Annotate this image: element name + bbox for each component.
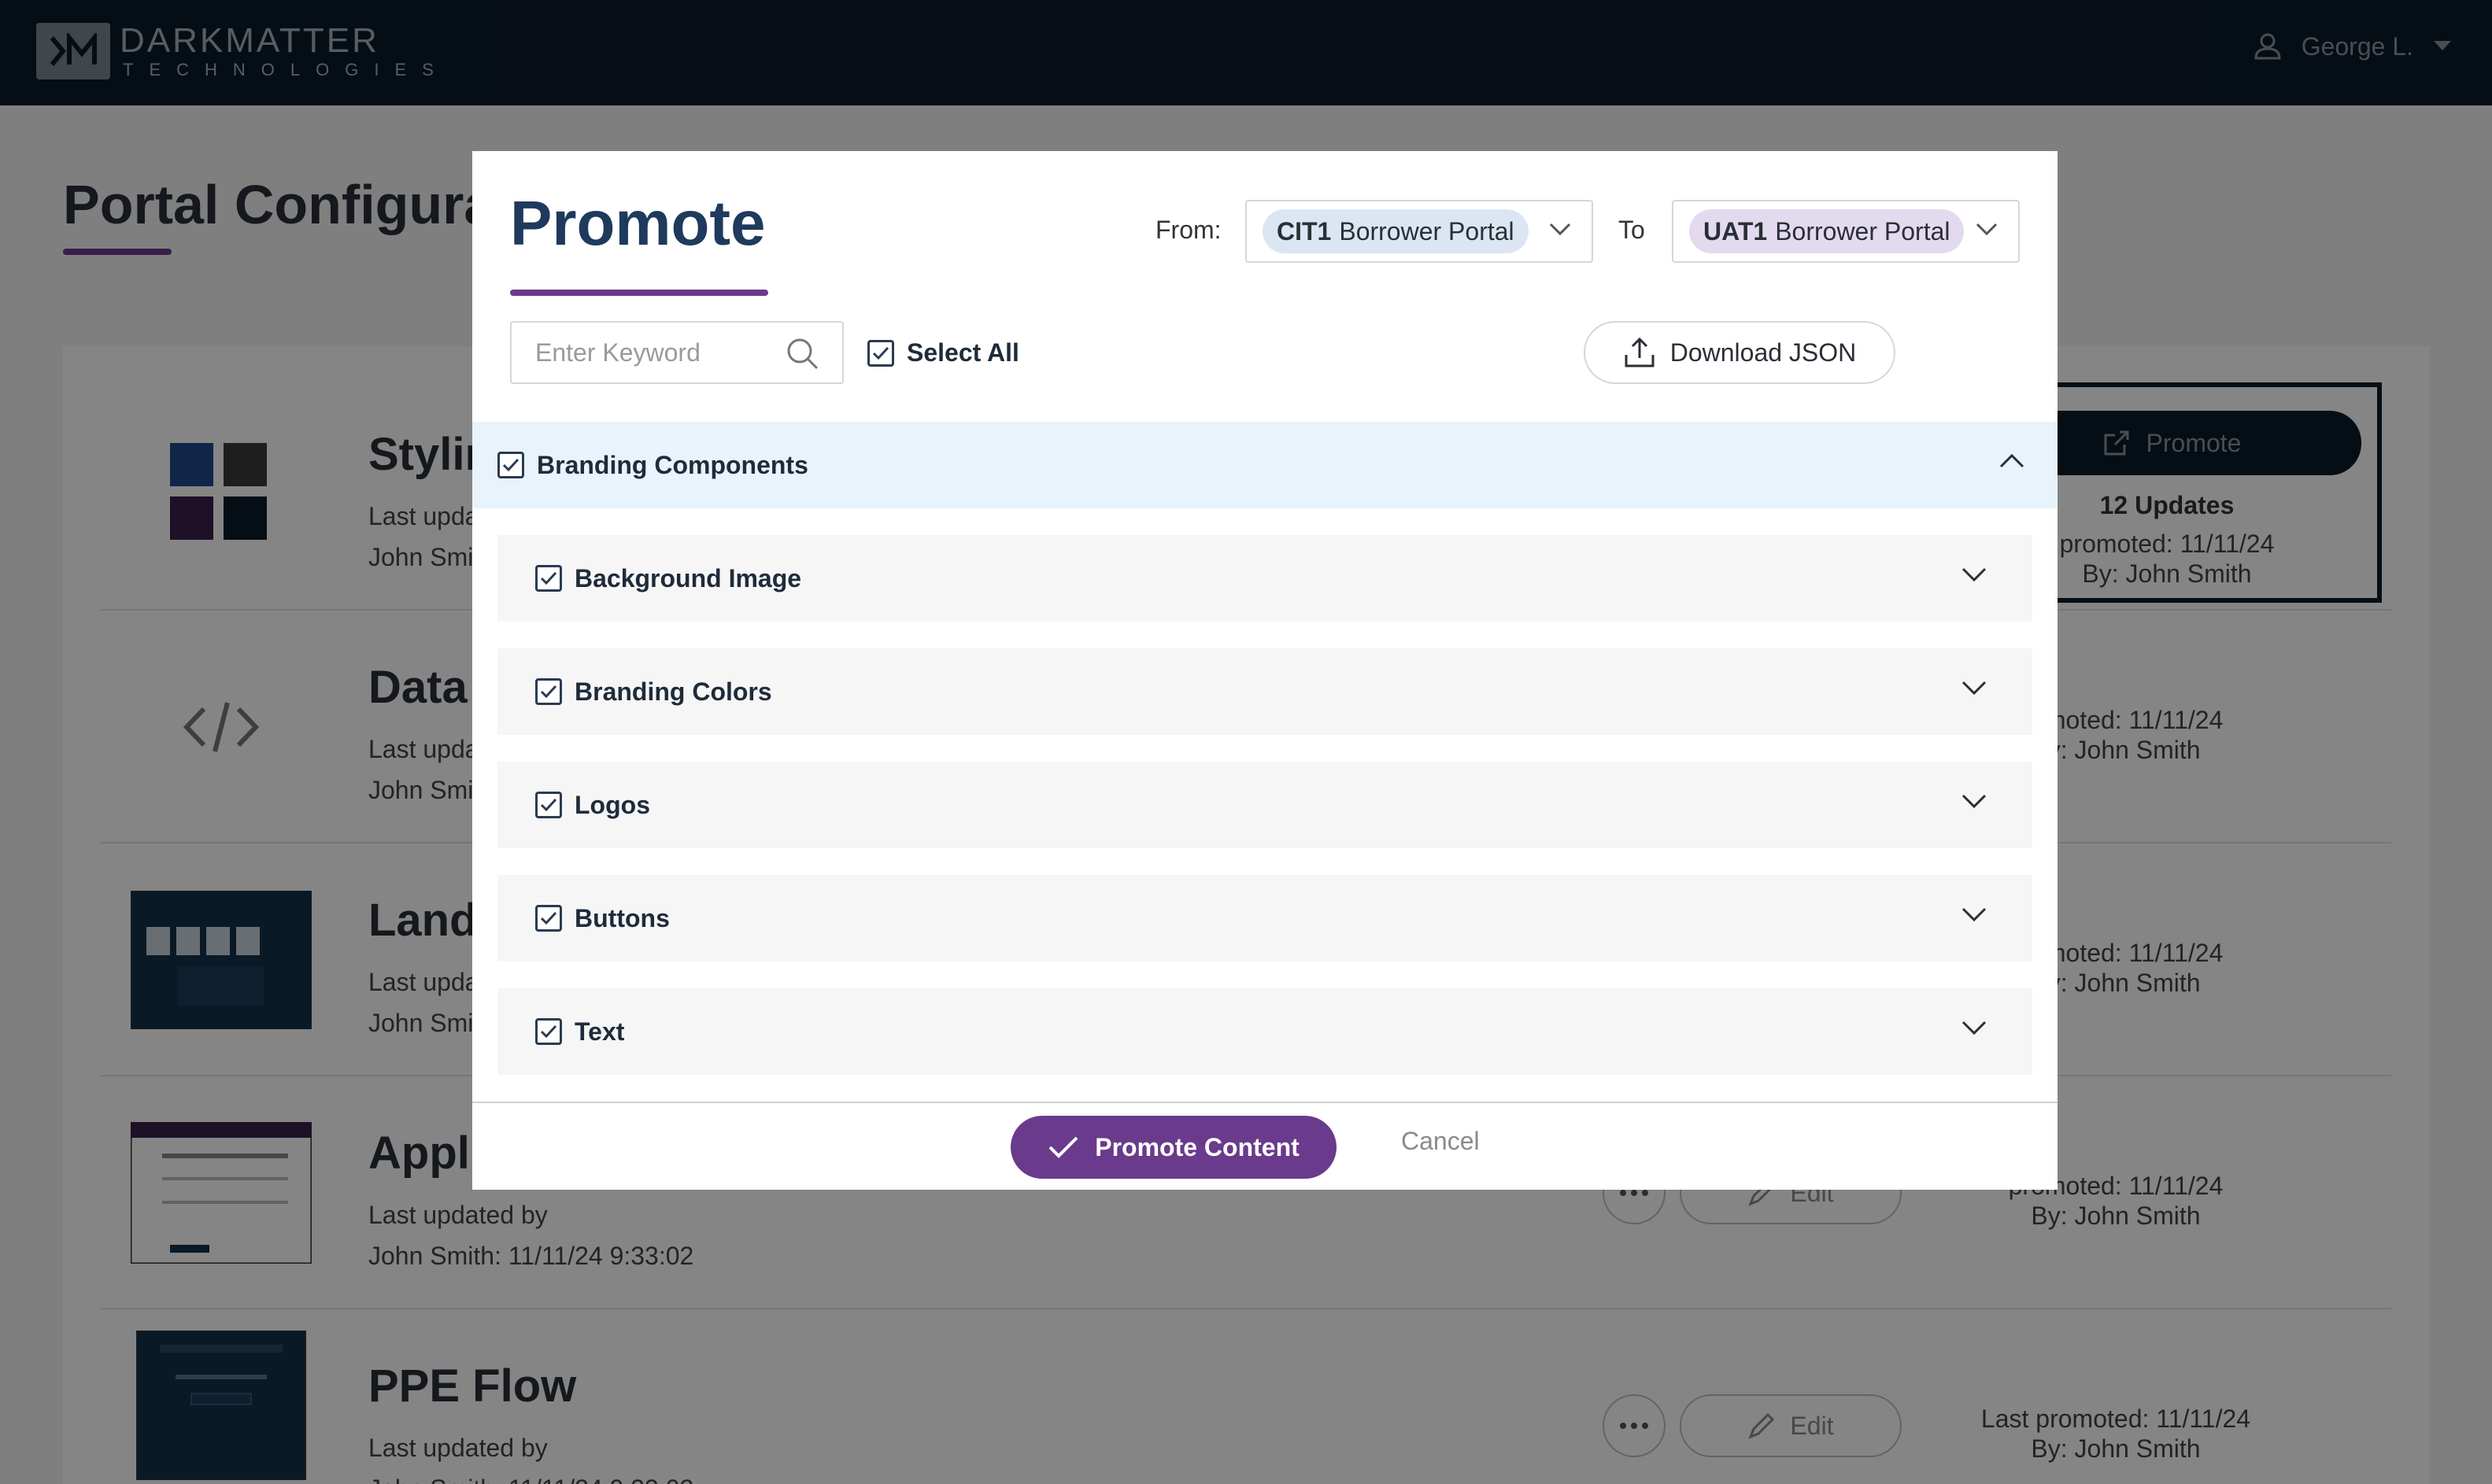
to-env-chip: UAT1 Borrower Portal	[1689, 209, 1965, 253]
from-label: From:	[1155, 216, 1222, 244]
checkbox-checked-icon[interactable]	[535, 1018, 562, 1045]
keyword-search	[510, 321, 844, 384]
from-env-select[interactable]: CIT1 Borrower Portal	[1245, 200, 1593, 263]
chevron-down-icon[interactable]	[1961, 1020, 1987, 1035]
modal-title-underline	[510, 290, 768, 296]
chevron-down-icon	[1976, 223, 1998, 236]
chevron-up-icon[interactable]	[1999, 453, 2024, 469]
checkbox-checked-icon[interactable]	[535, 565, 562, 592]
chevron-down-icon[interactable]	[1961, 680, 1987, 696]
accordion-item-branding-colors[interactable]: Branding Colors	[497, 648, 2032, 735]
to-label: To	[1618, 216, 1645, 244]
accordion-item-logos[interactable]: Logos	[497, 762, 2032, 848]
checkmark-icon	[1048, 1136, 1078, 1158]
chevron-down-icon	[1549, 223, 1571, 236]
modal-title: Promote	[510, 188, 766, 258]
checkbox-checked-icon[interactable]	[535, 678, 562, 705]
accordion-item-background-image[interactable]: Background Image	[497, 535, 2032, 622]
promote-modal: Promote From: CIT1 Borrower Portal To UAT…	[472, 151, 2058, 1190]
chevron-down-icon[interactable]	[1961, 906, 1987, 922]
checkbox-checked-icon[interactable]	[497, 452, 524, 478]
accordion-item-buttons[interactable]: Buttons	[497, 875, 2032, 962]
cancel-button[interactable]: Cancel	[1401, 1127, 1480, 1156]
upload-icon	[1625, 337, 1655, 367]
download-json-button[interactable]: Download JSON	[1584, 321, 1895, 384]
modal-footer-divider	[472, 1102, 2058, 1103]
search-icon[interactable]	[786, 337, 820, 371]
checkbox-checked-icon	[867, 339, 894, 367]
select-all-checkbox[interactable]: Select All	[867, 338, 1019, 367]
branding-components-section[interactable]: Branding Components	[472, 422, 2058, 508]
checkbox-checked-icon[interactable]	[535, 905, 562, 932]
to-env-select[interactable]: UAT1 Borrower Portal	[1672, 200, 2020, 263]
chevron-down-icon[interactable]	[1961, 567, 1987, 582]
chevron-down-icon[interactable]	[1961, 793, 1987, 809]
checkbox-checked-icon[interactable]	[535, 792, 562, 818]
from-env-chip: CIT1 Borrower Portal	[1263, 209, 1529, 253]
search-input[interactable]	[512, 323, 779, 382]
accordion-item-text[interactable]: Text	[497, 988, 2032, 1075]
promote-content-button[interactable]: Promote Content	[1011, 1116, 1337, 1179]
